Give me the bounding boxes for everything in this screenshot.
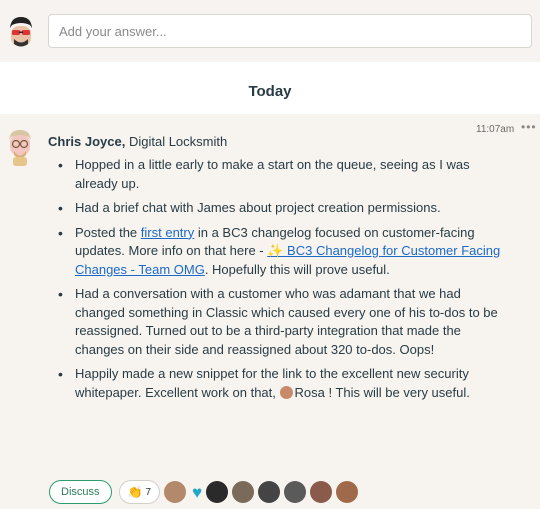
timestamp: 11:07am <box>476 124 515 135</box>
boost-avatar[interactable] <box>206 481 229 503</box>
compose-bar <box>0 0 540 62</box>
rosa-avatar-icon <box>279 385 293 399</box>
boost-count: 7 <box>145 486 152 498</box>
bullet-text: ! This will be very useful. <box>324 384 470 400</box>
bullet-text: Had a brief chat with James about projec… <box>75 200 441 215</box>
day-label: Today <box>248 83 292 100</box>
discuss-button[interactable]: Discuss <box>49 480 112 504</box>
first-entry-link[interactable]: first entry <box>141 225 194 240</box>
boost-avatar[interactable] <box>258 481 281 503</box>
author-avatar-icon <box>9 130 31 166</box>
boost-avatar[interactable] <box>336 481 359 503</box>
author-line: Chris Joyce, Digital Locksmith <box>48 134 227 149</box>
sunglasses-avatar-icon <box>10 17 32 47</box>
boost-avatar[interactable] <box>232 481 255 503</box>
bullet-text: Hopped in a little early to make a start… <box>75 157 470 191</box>
heart-icon[interactable]: ♥ <box>192 484 202 501</box>
list-item: Happily made a new snippet for the link … <box>58 365 510 402</box>
more-options-icon[interactable]: ••• <box>521 120 537 134</box>
list-item: Had a brief chat with James about projec… <box>58 199 510 218</box>
author-name[interactable]: Chris Joyce, <box>48 134 125 149</box>
boost-avatar[interactable] <box>310 481 333 503</box>
bullet-list: Hopped in a little early to make a start… <box>58 156 510 408</box>
clap-icon: 👏 <box>127 485 143 499</box>
sparkle-icon: ✨ <box>267 243 284 258</box>
author-role: Digital Locksmith <box>128 134 228 149</box>
bullet-text: . Hopefully this will prove useful. <box>204 261 390 277</box>
list-item: Had a conversation with a customer who w… <box>58 285 510 359</box>
boost-avatar[interactable] <box>164 481 187 503</box>
boost-count-button[interactable]: 👏 7 <box>118 480 161 504</box>
list-item: Hopped in a little early to make a start… <box>58 156 510 193</box>
list-item: Posted the first entry in a BC3 changelo… <box>58 224 510 280</box>
answer-input[interactable] <box>48 14 532 48</box>
mention-rosa[interactable]: Rosa <box>279 384 325 400</box>
mention-name: Rosa <box>294 384 325 400</box>
bullet-text: Had a conversation with a customer who w… <box>75 286 498 357</box>
reactions-bar: Discuss 👏 7 ♥ <box>49 478 359 506</box>
bullet-text: Posted the <box>75 224 141 240</box>
boost-avatar[interactable] <box>284 481 307 503</box>
